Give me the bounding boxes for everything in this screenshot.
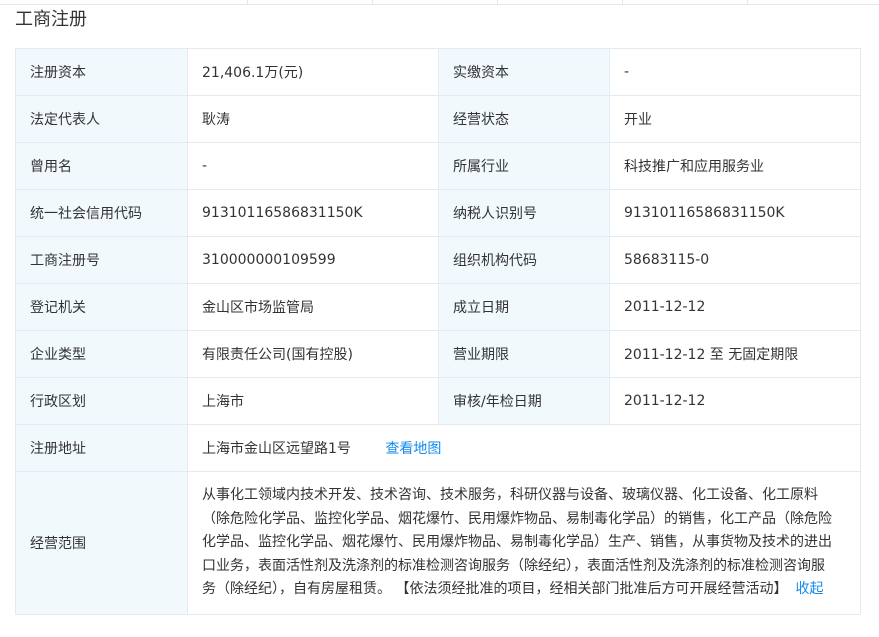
table-row-address: 注册地址 上海市金山区远望路1号 查看地图 (15, 424, 861, 472)
field-label: 纳税人识别号 (438, 189, 610, 237)
top-tab-strip (0, 0, 879, 5)
field-label: 组织机构代码 (438, 236, 610, 284)
top-tab-segment (0, 0, 248, 4)
table-row-scope: 经营范围 从事化工领域内技术开发、技术咨询、技术服务，科研仪器与设备、玻璃仪器、… (15, 471, 861, 615)
field-label: 行政区划 (15, 377, 188, 425)
table-row: 登记机关 金山区市场监管局 成立日期 2011-12-12 (15, 283, 861, 331)
field-label: 所属行业 (438, 142, 610, 190)
field-value: 91310116586831150K (609, 189, 861, 237)
table-row: 统一社会信用代码 91310116586831150K 纳税人识别号 91310116… (15, 189, 861, 237)
table-row: 曾用名 - 所属行业 科技推广和应用服务业 (15, 142, 861, 190)
collapse-link[interactable]: 收起 (795, 581, 823, 597)
field-value: 2011-12-12 (609, 283, 861, 331)
field-label: 实缴资本 (438, 48, 610, 96)
field-label: 工商注册号 (15, 236, 188, 284)
info-table-body: 注册资本 21,406.1万(元) 实缴资本 - 法定代表人 耿涛 经营状态 开业 曾用名 - 所属… (15, 48, 861, 425)
field-value: 58683115-0 (609, 236, 861, 284)
field-value: - (609, 48, 861, 96)
field-value: 2011-12-12 (609, 377, 861, 425)
field-value: 有限责任公司(国有控股) (187, 330, 439, 378)
address-cell: 上海市金山区远望路1号 查看地图 (187, 424, 861, 472)
registration-info-table: 注册资本 21,406.1万(元) 实缴资本 - 法定代表人 耿涛 经营状态 开业 曾用名 - 所属… (15, 48, 861, 615)
scope-text: 从事化工领域内技术开发、技术咨询、技术服务，科研仪器与设备、玻璃仪器、化工设备、… (202, 487, 832, 598)
address-value: 上海市金山区远望路1号 (202, 441, 351, 457)
table-row: 注册资本 21,406.1万(元) 实缴资本 - (15, 48, 861, 96)
address-label: 注册地址 (15, 424, 188, 472)
field-value: 21,406.1万(元) (187, 48, 439, 96)
field-value: - (187, 142, 439, 190)
field-value: 金山区市场监管局 (187, 283, 439, 331)
field-value: 上海市 (187, 377, 439, 425)
field-label: 营业期限 (438, 330, 610, 378)
field-label: 经营状态 (438, 95, 610, 143)
top-tab-segment (373, 0, 498, 4)
field-label: 登记机关 (15, 283, 188, 331)
top-tab-segment (498, 0, 623, 4)
top-tab-segment (623, 0, 748, 4)
field-label: 统一社会信用代码 (15, 189, 188, 237)
view-map-link[interactable]: 查看地图 (385, 441, 441, 457)
field-value: 310000000109599 (187, 236, 439, 284)
field-label: 企业类型 (15, 330, 188, 378)
field-label: 审核/年检日期 (438, 377, 610, 425)
table-row: 行政区划 上海市 审核/年检日期 2011-12-12 (15, 377, 861, 425)
table-row: 法定代表人 耿涛 经营状态 开业 (15, 95, 861, 143)
page-title: 工商注册 (15, 9, 87, 30)
field-label: 法定代表人 (15, 95, 188, 143)
field-value: 开业 (609, 95, 861, 143)
field-value: 耿涛 (187, 95, 439, 143)
field-value: 科技推广和应用服务业 (609, 142, 861, 190)
info-table-tail: 注册地址 上海市金山区远望路1号 查看地图 经营范围 从事化工领域内技术开发、技… (15, 424, 861, 615)
scope-label: 经营范围 (15, 471, 188, 615)
field-label: 注册资本 (15, 48, 188, 96)
field-label: 曾用名 (15, 142, 188, 190)
field-label: 成立日期 (438, 283, 610, 331)
field-value: 2011-12-12 至 无固定期限 (609, 330, 861, 378)
top-tab-segment (248, 0, 373, 4)
table-row: 工商注册号 310000000109599 组织机构代码 58683115-0 (15, 236, 861, 284)
scope-cell: 从事化工领域内技术开发、技术咨询、技术服务，科研仪器与设备、玻璃仪器、化工设备、… (187, 471, 861, 615)
field-value: 91310116586831150K (187, 189, 439, 237)
table-row: 企业类型 有限责任公司(国有控股) 营业期限 2011-12-12 至 无固定期限 (15, 330, 861, 378)
